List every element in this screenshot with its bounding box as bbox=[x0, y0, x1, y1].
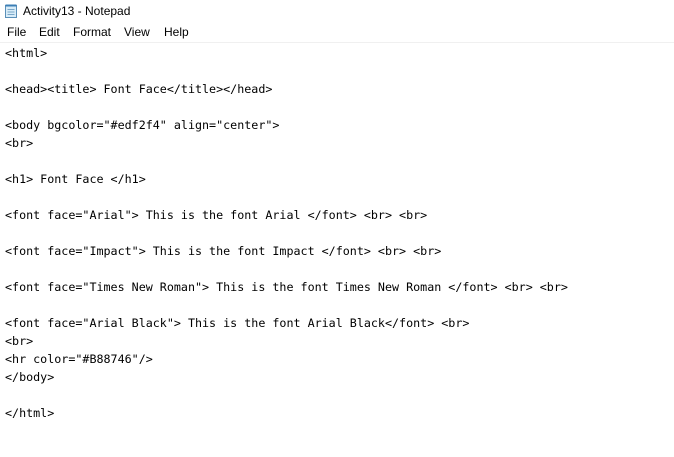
menu-help[interactable]: Help bbox=[164, 25, 189, 39]
editor-line: </body> bbox=[5, 370, 55, 384]
notepad-icon bbox=[5, 4, 17, 18]
menu-format[interactable]: Format bbox=[73, 25, 111, 39]
editor-line: <font face="Times New Roman"> This is th… bbox=[5, 280, 568, 294]
window-title: Activity13 - Notepad bbox=[23, 4, 131, 18]
menu-file[interactable]: File bbox=[7, 25, 26, 39]
editor-line: <br> bbox=[5, 136, 34, 150]
editor-line: <body bgcolor="#edf2f4" align="center"> bbox=[5, 118, 280, 132]
editor-line: <hr color="#B88746"/> bbox=[5, 352, 153, 366]
editor-line: <font face="Impact"> This is the font Im… bbox=[5, 244, 442, 258]
editor-line: <html> bbox=[5, 46, 48, 60]
editor-line: <head><title> Font Face</title></head> bbox=[5, 82, 273, 96]
editor-line: <font face="Arial Black"> This is the fo… bbox=[5, 316, 470, 330]
editor-line: <br> bbox=[5, 334, 34, 348]
editor-line: <h1> Font Face </h1> bbox=[5, 172, 146, 186]
menu-view[interactable]: View bbox=[124, 25, 150, 39]
title-bar[interactable]: Activity13 - Notepad bbox=[0, 0, 674, 22]
menu-edit[interactable]: Edit bbox=[39, 25, 60, 39]
menu-bar: File Edit Format View Help bbox=[0, 22, 674, 43]
text-editor[interactable]: <html> <head><title> Font Face</title></h… bbox=[0, 43, 674, 457]
editor-line: </html> bbox=[5, 406, 55, 420]
notepad-window: Activity13 - Notepad File Edit Format Vi… bbox=[0, 0, 674, 457]
editor-line: <font face="Arial"> This is the font Ari… bbox=[5, 208, 428, 222]
